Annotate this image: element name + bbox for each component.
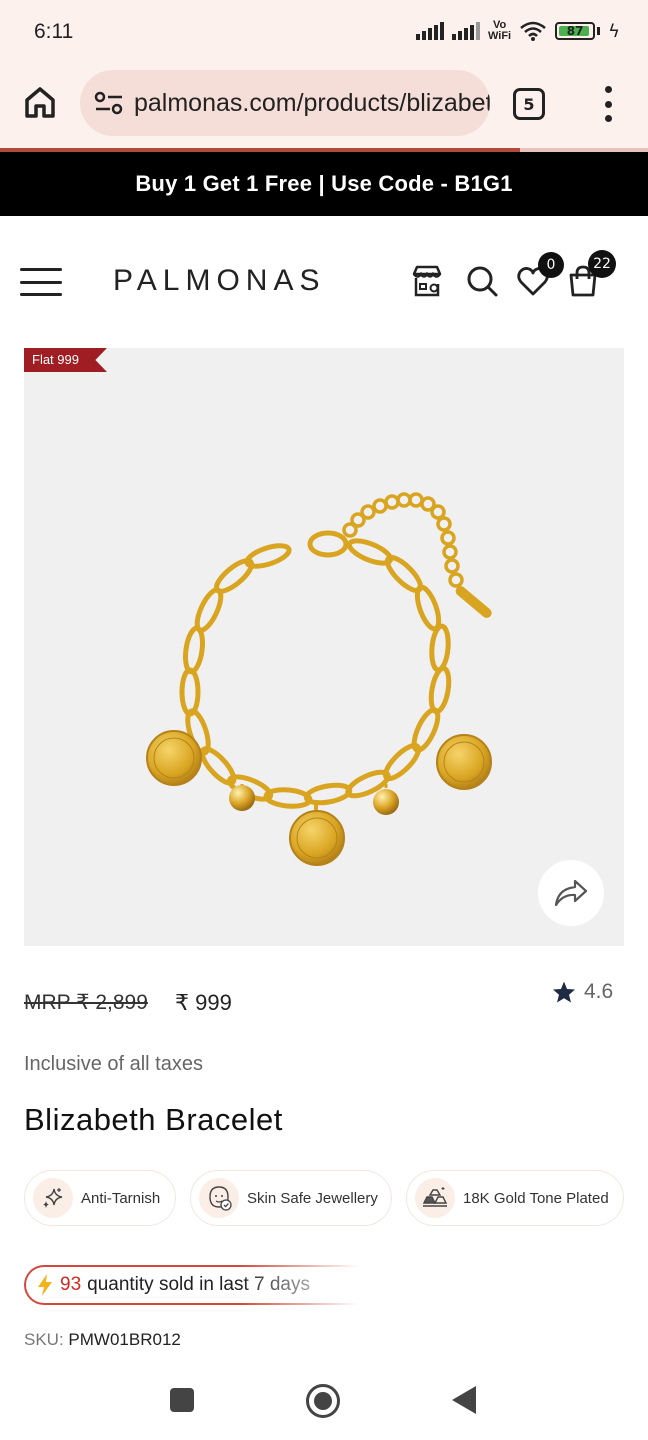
- store-locator-icon[interactable]: [410, 264, 444, 298]
- sku-label: SKU:: [24, 1330, 64, 1349]
- sold-count: 93: [60, 1274, 82, 1295]
- url-text: palmonas.com/products/blizabeth: [134, 88, 490, 117]
- star-icon: [553, 981, 575, 1003]
- sku-value: PMW01BR012: [68, 1330, 181, 1349]
- product-image[interactable]: Flat 999: [24, 348, 624, 946]
- battery-icon: 87: [555, 22, 596, 40]
- feature-chip-anti-tarnish: Anti-Tarnish: [24, 1170, 176, 1226]
- product-title: Blizabeth Bracelet: [24, 1102, 283, 1137]
- mrp-price: MRP ₹ 2,899: [24, 991, 148, 1014]
- site-header: PALMONAS 0 22: [0, 216, 648, 346]
- status-time: 6:11: [34, 20, 74, 43]
- status-icons: Vo WiFi 87 ϟ: [416, 20, 620, 42]
- share-button[interactable]: [538, 860, 604, 926]
- share-icon: [554, 879, 588, 907]
- gold-bars-icon: [415, 1178, 455, 1218]
- signal-icon: [452, 22, 480, 40]
- brand-logo[interactable]: PALMONAS: [113, 264, 326, 298]
- sparkle-icon: [33, 1178, 73, 1218]
- bracelet-image: [146, 492, 492, 866]
- sku: SKU: PMW01BR012: [24, 1330, 181, 1350]
- recents-button[interactable]: [170, 1388, 194, 1412]
- promo-banner[interactable]: Buy 1 Get 1 Free | Use Code - B1G1: [0, 152, 648, 216]
- status-bar: 6:11 Vo WiFi 87 ϟ: [0, 0, 648, 66]
- site-settings-icon[interactable]: [94, 90, 124, 116]
- hamburger-menu-icon[interactable]: [20, 268, 62, 296]
- sold-fade: [240, 1263, 380, 1307]
- signal-icon: [416, 22, 444, 40]
- rating[interactable]: 4.6: [552, 980, 613, 1004]
- browser-toolbar: palmonas.com/products/blizabeth 5: [0, 66, 648, 150]
- cart-count-badge: 22: [588, 250, 616, 278]
- home-nav-button[interactable]: [306, 1384, 340, 1418]
- battery-tip: [597, 27, 601, 35]
- wishlist-count-badge: 0: [538, 252, 564, 278]
- address-bar[interactable]: palmonas.com/products/blizabeth: [80, 70, 490, 136]
- rating-value: 4.6: [584, 980, 614, 1003]
- feature-label: Anti-Tarnish: [81, 1189, 161, 1207]
- feature-chip-gold-plated: 18K Gold Tone Plated: [406, 1170, 624, 1226]
- wifi-icon: [520, 21, 546, 41]
- lightning-icon: [38, 1274, 52, 1296]
- tab-switcher-button[interactable]: 5: [513, 88, 545, 120]
- system-nav-bar: [0, 1360, 648, 1440]
- charging-icon: ϟ: [608, 20, 620, 42]
- vowifi-icon: Vo WiFi: [488, 19, 512, 42]
- feature-label: 18K Gold Tone Plated: [463, 1189, 609, 1207]
- more-menu-icon[interactable]: [602, 86, 614, 122]
- home-icon[interactable]: [22, 84, 58, 120]
- search-icon[interactable]: [465, 264, 499, 298]
- back-button[interactable]: [452, 1386, 476, 1414]
- sale-price: ₹ 999: [175, 990, 232, 1015]
- skin-safe-icon: [199, 1178, 239, 1218]
- feature-label: Skin Safe Jewellery: [247, 1189, 378, 1207]
- taxes-note: Inclusive of all taxes: [24, 1053, 203, 1075]
- feature-chip-skin-safe: Skin Safe Jewellery: [190, 1170, 392, 1226]
- discount-badge: Flat 999: [24, 348, 107, 372]
